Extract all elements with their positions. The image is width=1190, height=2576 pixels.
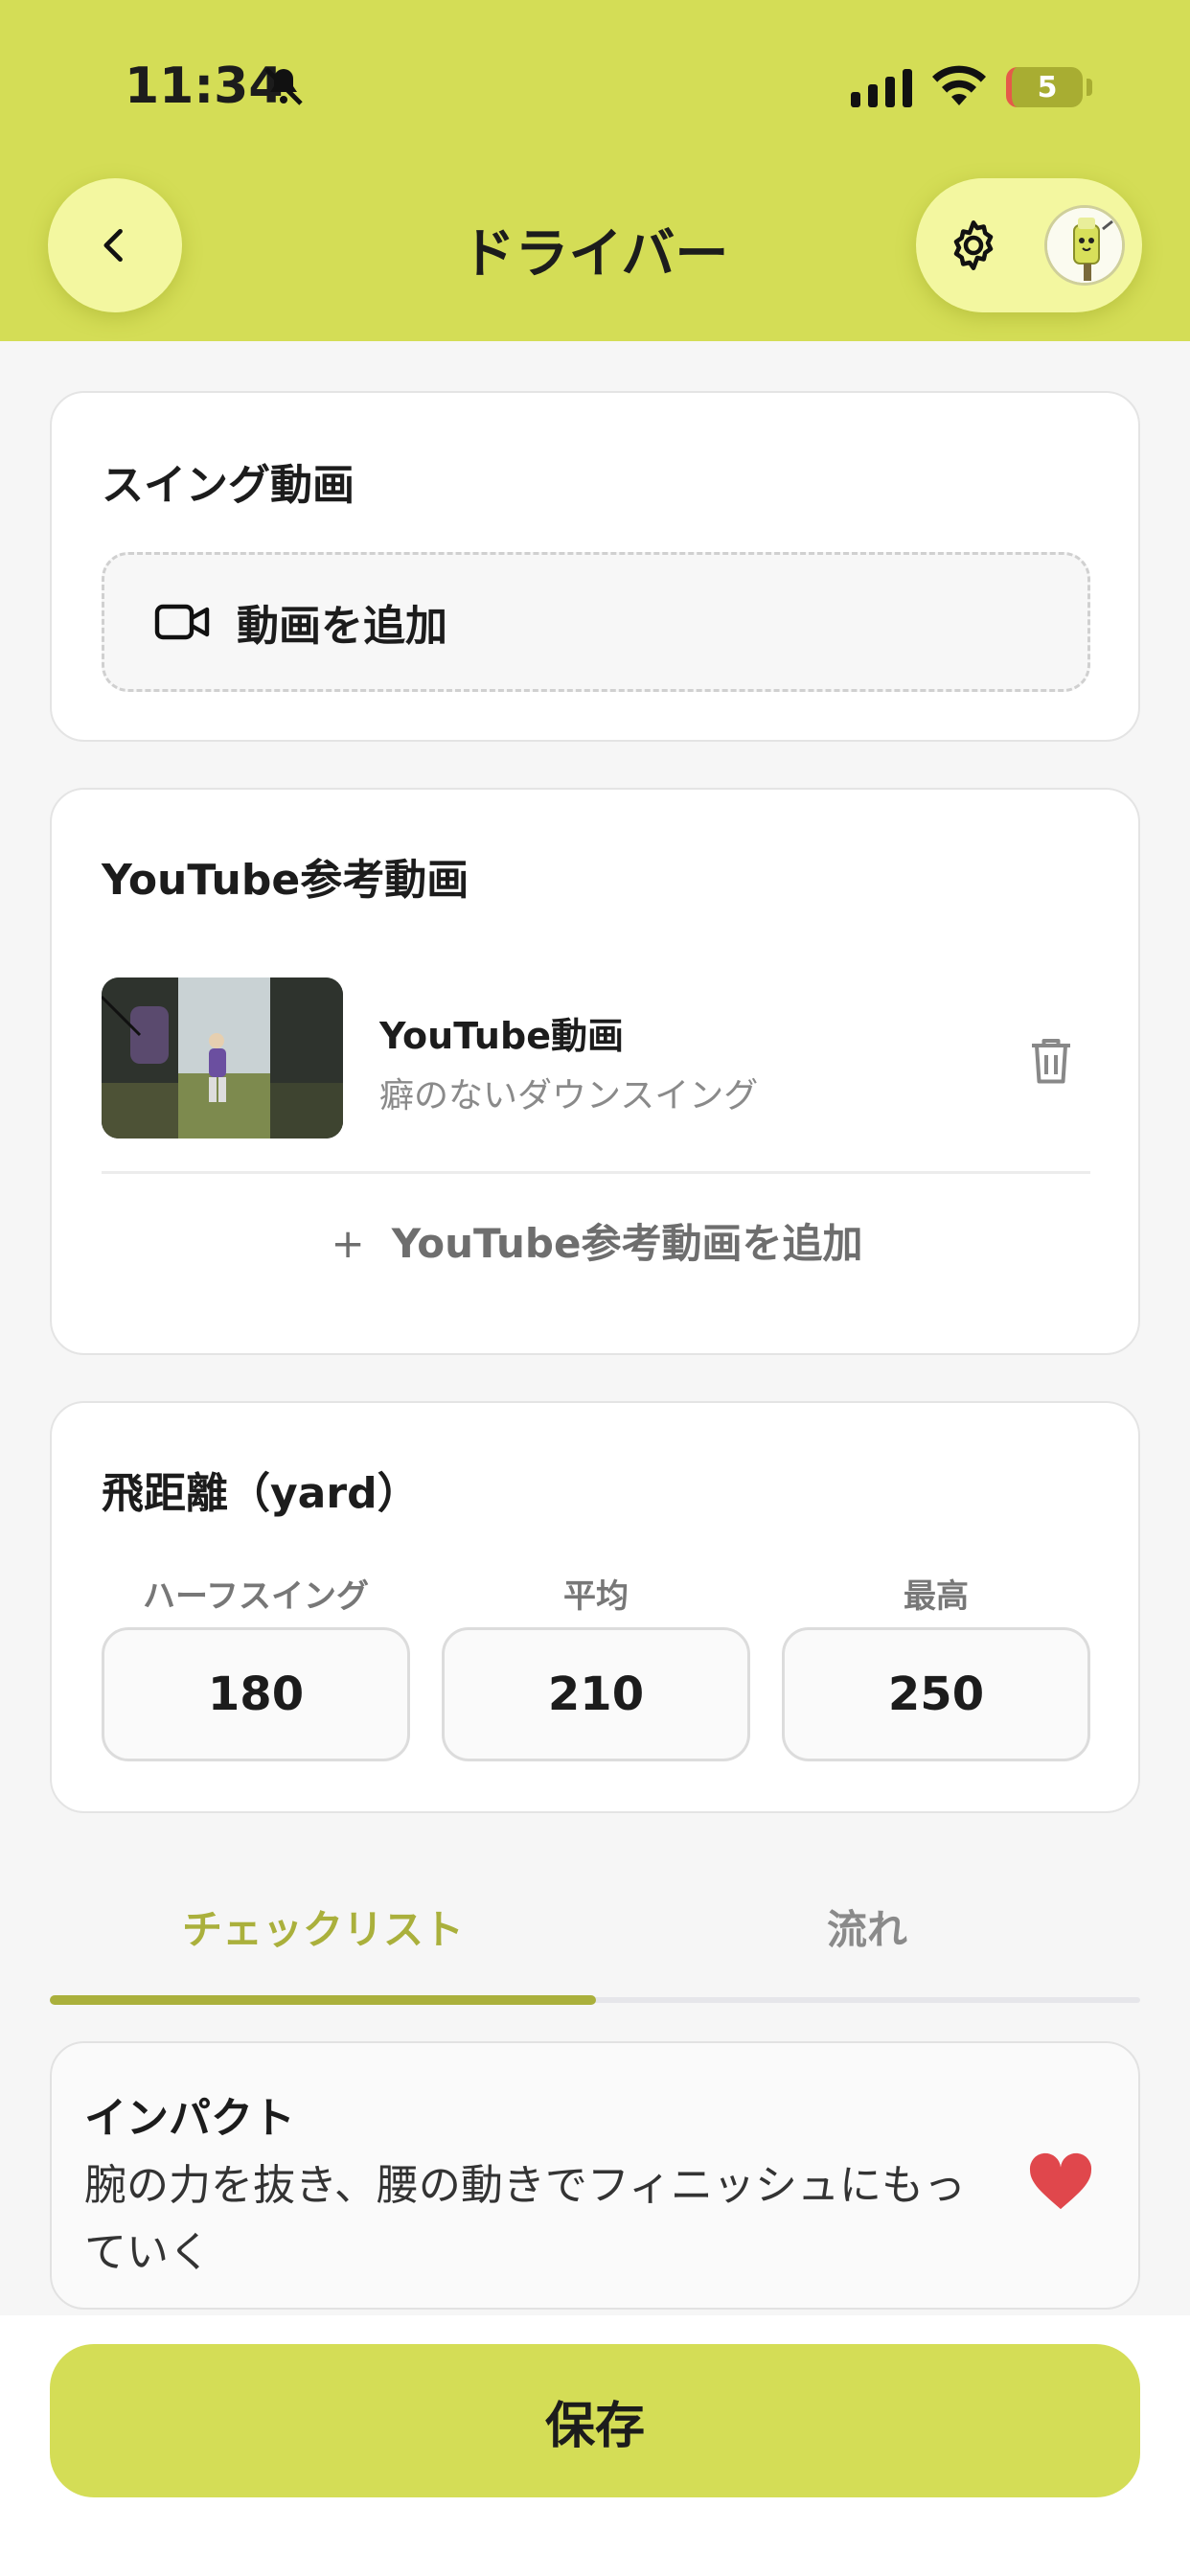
status-time: 11:34 <box>125 58 284 115</box>
youtube-item-title: YouTube動画 <box>379 1015 624 1057</box>
plus-icon: + <box>331 1220 365 1267</box>
max-input[interactable]: 250 <box>782 1627 1090 1761</box>
header-actions <box>916 178 1142 312</box>
half-swing-input[interactable]: 180 <box>102 1627 410 1761</box>
avatar[interactable] <box>1044 205 1125 286</box>
avatar-mascot-icon <box>1047 208 1122 283</box>
max-label: 最高 <box>904 1577 969 1616</box>
swing-video-card: スイング動画 動画を追加 <box>50 391 1140 742</box>
battery-tip <box>1087 79 1092 96</box>
tab-indicator <box>50 1995 596 2005</box>
average-label: 平均 <box>563 1577 629 1616</box>
battery-indicator: 5 <box>1006 67 1083 107</box>
checklist-item-text: 腕の力を抜き、腰の動きでフィニッシュにもっていく <box>84 2161 967 2277</box>
swing-video-title: スイング動画 <box>102 461 355 510</box>
add-video-button[interactable]: 動画を追加 <box>102 552 1090 692</box>
save-button[interactable]: 保存 <box>50 2344 1140 2497</box>
checklist-item[interactable]: インパクト 腕の力を抜き、腰の動きでフィニッシュにもっていく <box>50 2041 1140 2310</box>
signal-icon <box>851 69 912 107</box>
tab-flow[interactable]: 流れ <box>594 1898 1140 1956</box>
youtube-title: YouTube参考動画 <box>102 856 469 905</box>
average-input[interactable]: 210 <box>442 1627 750 1761</box>
distance-title: 飛距離（yard） <box>102 1469 420 1518</box>
add-video-label: 動画を追加 <box>237 602 447 651</box>
app-header: 11:34 5 ドライバー <box>0 0 1190 341</box>
heart-icon[interactable] <box>1027 2150 1094 2212</box>
wifi-icon <box>932 65 986 105</box>
gear-icon[interactable] <box>945 217 1002 274</box>
youtube-list-item[interactable]: YouTube動画 癖のないダウンスイング <box>102 978 1090 1138</box>
video-thumbnail[interactable] <box>102 978 343 1138</box>
add-youtube-button[interactable]: + YouTube参考動画を追加 <box>52 1211 1142 1270</box>
checklist-item-title: インパクト <box>84 2094 295 2143</box>
youtube-item-subtitle: 癖のないダウンスイング <box>379 1076 759 1116</box>
golf-swing-thumbnail <box>102 978 343 1138</box>
tab-checklist[interactable]: チェックリスト <box>50 1898 596 1956</box>
video-camera-icon <box>154 604 210 640</box>
half-swing-label: ハーフスイング <box>143 1577 369 1616</box>
youtube-card: YouTube参考動画 YouTube動画 癖のないダウンスイング + YouT… <box>50 788 1140 1355</box>
divider <box>102 1171 1090 1174</box>
bell-muted-icon <box>264 67 303 105</box>
bottom-bar: 保存 <box>0 2315 1190 2576</box>
add-youtube-label: YouTube参考動画を追加 <box>391 1220 863 1267</box>
distance-card: 飛距離（yard） ハーフスイング 180 平均 210 最高 250 <box>50 1401 1140 1813</box>
trash-icon[interactable] <box>1027 1033 1075 1087</box>
